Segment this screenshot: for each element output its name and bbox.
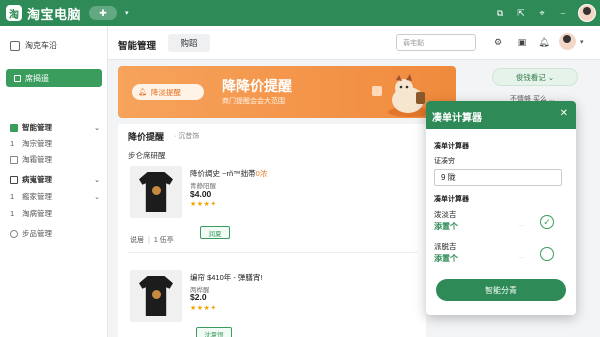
product-action-button[interactable]: 沈夏恨 — [196, 327, 232, 337]
page-title: 智能管理 — [118, 41, 157, 52]
product-meta-b: 1 伍亭 — [153, 237, 174, 244]
chevron-down-icon: ⌄ — [94, 176, 100, 184]
product-name[interactable]: 编帘 $410年 - 弹膳宵! — [190, 272, 263, 283]
bell-icon: 🔔︎ — [138, 89, 147, 96]
product-image[interactable] — [130, 166, 182, 218]
settings-icon[interactable]: ⚙ — [492, 36, 504, 48]
tshirt-icon — [139, 276, 173, 316]
sidebar-item-label: 智能管理 — [22, 123, 52, 132]
sidebar-item-num: 1 — [10, 192, 15, 201]
sidebar: 淘克车沿 席揭遥 智能管理 ⌄ 1 淘宗管理 淘霜管理 病嵬管理 ⌄ 1 瘢家管… — [0, 26, 108, 337]
chevron-down-icon[interactable]: ▾ — [125, 9, 129, 17]
sidebar-item-label: 淘霜管理 — [22, 155, 52, 164]
sidebar-item-sub5[interactable]: 步品管理 — [0, 226, 108, 241]
sidebar-item-label: 瘢家管理 — [22, 192, 52, 201]
app-logo-icon: 淘 — [6, 5, 22, 21]
tshirt-icon — [139, 172, 173, 212]
option-title: 泼淡吉 — [434, 210, 457, 219]
amount-input[interactable]: 9 陇 — [434, 169, 562, 186]
banner-subtitle: 商门提醒会会大范围 — [222, 98, 285, 105]
minimize-icon[interactable]: ⎯ — [557, 6, 569, 20]
app-title: 淘宝电脑 — [27, 6, 82, 22]
product-price: $2.0 — [190, 292, 207, 302]
add-item-link[interactable]: 添置个 — [434, 253, 458, 264]
share-icon[interactable]: ⇱ — [515, 6, 527, 20]
product-meta-a: 说居 — [130, 237, 144, 244]
grid-icon — [10, 123, 18, 132]
sidebar-item-num: 1 — [10, 139, 15, 148]
product-name-extra: ~rñ™拙帯 — [222, 169, 256, 178]
main-content: 降价提醒 · 沉昔饰 步仑席研醒 降价绸史 ~rñ™拙帯0浓 青静阳醒 $4.0… — [118, 124, 426, 337]
avatar[interactable] — [559, 33, 576, 50]
add-item-link[interactable]: 添置个 — [434, 221, 458, 232]
option-hint: ···· — [518, 255, 525, 261]
calc-section-label: 凑单计算器 — [434, 143, 469, 150]
subsection-title: 步仑席研醒 — [128, 151, 166, 160]
box-icon — [10, 175, 18, 184]
sidebar-header: 淘克车沿 — [0, 26, 107, 51]
product-price: $4.00 — [190, 189, 212, 199]
person-icon — [10, 229, 18, 238]
sidebar-item-num: 1 — [10, 209, 15, 218]
chevron-down-icon: ⌄ — [94, 193, 100, 201]
radio-button[interactable] — [540, 247, 554, 261]
option-title: 派脱吉 — [434, 242, 457, 251]
user-avatar[interactable] — [578, 4, 596, 22]
tab-shop[interactable]: 购蹈 — [168, 34, 210, 52]
checked-icon[interactable]: ✓ — [540, 215, 554, 229]
section-title: 降价提醒 — [128, 132, 165, 142]
sidebar-item-group2[interactable]: 病嵬管理 ⌄ — [0, 172, 108, 187]
product-rating: ★★★✦ — [190, 305, 217, 312]
list-icon — [10, 155, 18, 164]
product-action-button[interactable]: 润夏 — [200, 226, 230, 239]
bell-icon[interactable]: 🔔︎ — [538, 36, 550, 48]
chevron-down-icon[interactable]: ▾ — [580, 38, 584, 46]
sidebar-item-label: 淘宗管理 — [22, 139, 52, 148]
sidebar-item-label: 病嵬管理 — [22, 175, 52, 184]
sidebar-item-sub2[interactable]: 淘霜管理 — [0, 152, 108, 167]
sidebar-item-sub1[interactable]: 1 淘宗管理 — [0, 136, 108, 151]
sidebar-item-label: 淘病管理 — [22, 209, 52, 218]
option-hint: ···· — [518, 223, 525, 229]
price-log-button[interactable]: 俊钱看记 ⌄ — [492, 68, 578, 86]
product-meta: 说居 | 1 伍亭 — [130, 237, 174, 244]
product-name[interactable]: 降价绸史 ~rñ™拙帯0浓 — [190, 168, 267, 179]
pin-icon[interactable]: ⌖ — [536, 6, 548, 20]
close-icon[interactable]: ✕ — [560, 108, 568, 119]
sidebar-item-label: 步品管理 — [22, 229, 52, 238]
search-input[interactable]: 蒻宅黏 — [396, 34, 476, 51]
calc-section-label-2: 凑单计算器 — [434, 196, 469, 203]
sidebar-header-label: 淘克车沿 — [25, 41, 57, 50]
bundle-calculator-dialog: 凑单计算器 ✕ 凑单计算器 证凑穷 9 陇 凑单计算器 泼淡吉 添置个 ····… — [426, 101, 576, 315]
banner-title: 降降价提醒 — [222, 78, 292, 94]
product-name-text: 降价绸史 — [190, 169, 223, 178]
product-image[interactable] — [130, 270, 182, 322]
top-header: 智能管理 购蹈 蒻宅黏 ⚙ ▣ 🔔︎ ▾ — [108, 26, 600, 60]
banner-pill-label: 降淡提醒 — [150, 87, 181, 97]
chevron-down-icon: ⌄ — [94, 124, 100, 132]
store-icon — [10, 40, 20, 51]
price-drop-banner: 🔔︎ 降淡提醒 降降价提醒 商门提醒会会大范围 — [118, 66, 456, 118]
calc-input-label: 证凑穷 — [434, 158, 455, 165]
sidebar-item-sub3[interactable]: 1 瘢家管理 ⌄ — [0, 189, 108, 204]
smart-split-button[interactable]: 智能分青 — [436, 279, 566, 301]
calendar-icon[interactable]: ▣ — [516, 36, 528, 48]
dialog-title: 凑单计算器 — [432, 113, 482, 124]
home-icon — [14, 74, 21, 82]
sidebar-item-home[interactable]: 席揭遥 — [6, 69, 102, 87]
product-name-highlight: 0浓 — [255, 169, 268, 178]
price-drop-pill[interactable]: 🔔︎ 降淡提醒 — [132, 84, 204, 100]
divider — [128, 252, 418, 253]
dialog-header: 凑单计算器 ✕ — [426, 101, 576, 129]
window-icon[interactable]: ⧉ — [494, 6, 506, 20]
new-tab-button[interactable]: ✚ — [89, 6, 118, 20]
sidebar-item-smart-manage[interactable]: 智能管理 ⌄ — [0, 120, 108, 135]
title-bar: 淘 淘宝电脑 ✚ ▾ ⧉ ⇱ ⌖ ⎯ — [0, 0, 600, 26]
section-subtitle: · 沉昔饰 — [174, 133, 200, 140]
sidebar-item-sub4[interactable]: 1 淘病管理 — [0, 206, 108, 221]
sidebar-item-label: 席揭遥 — [25, 73, 49, 83]
product-rating: ★★★✦ — [190, 201, 217, 208]
